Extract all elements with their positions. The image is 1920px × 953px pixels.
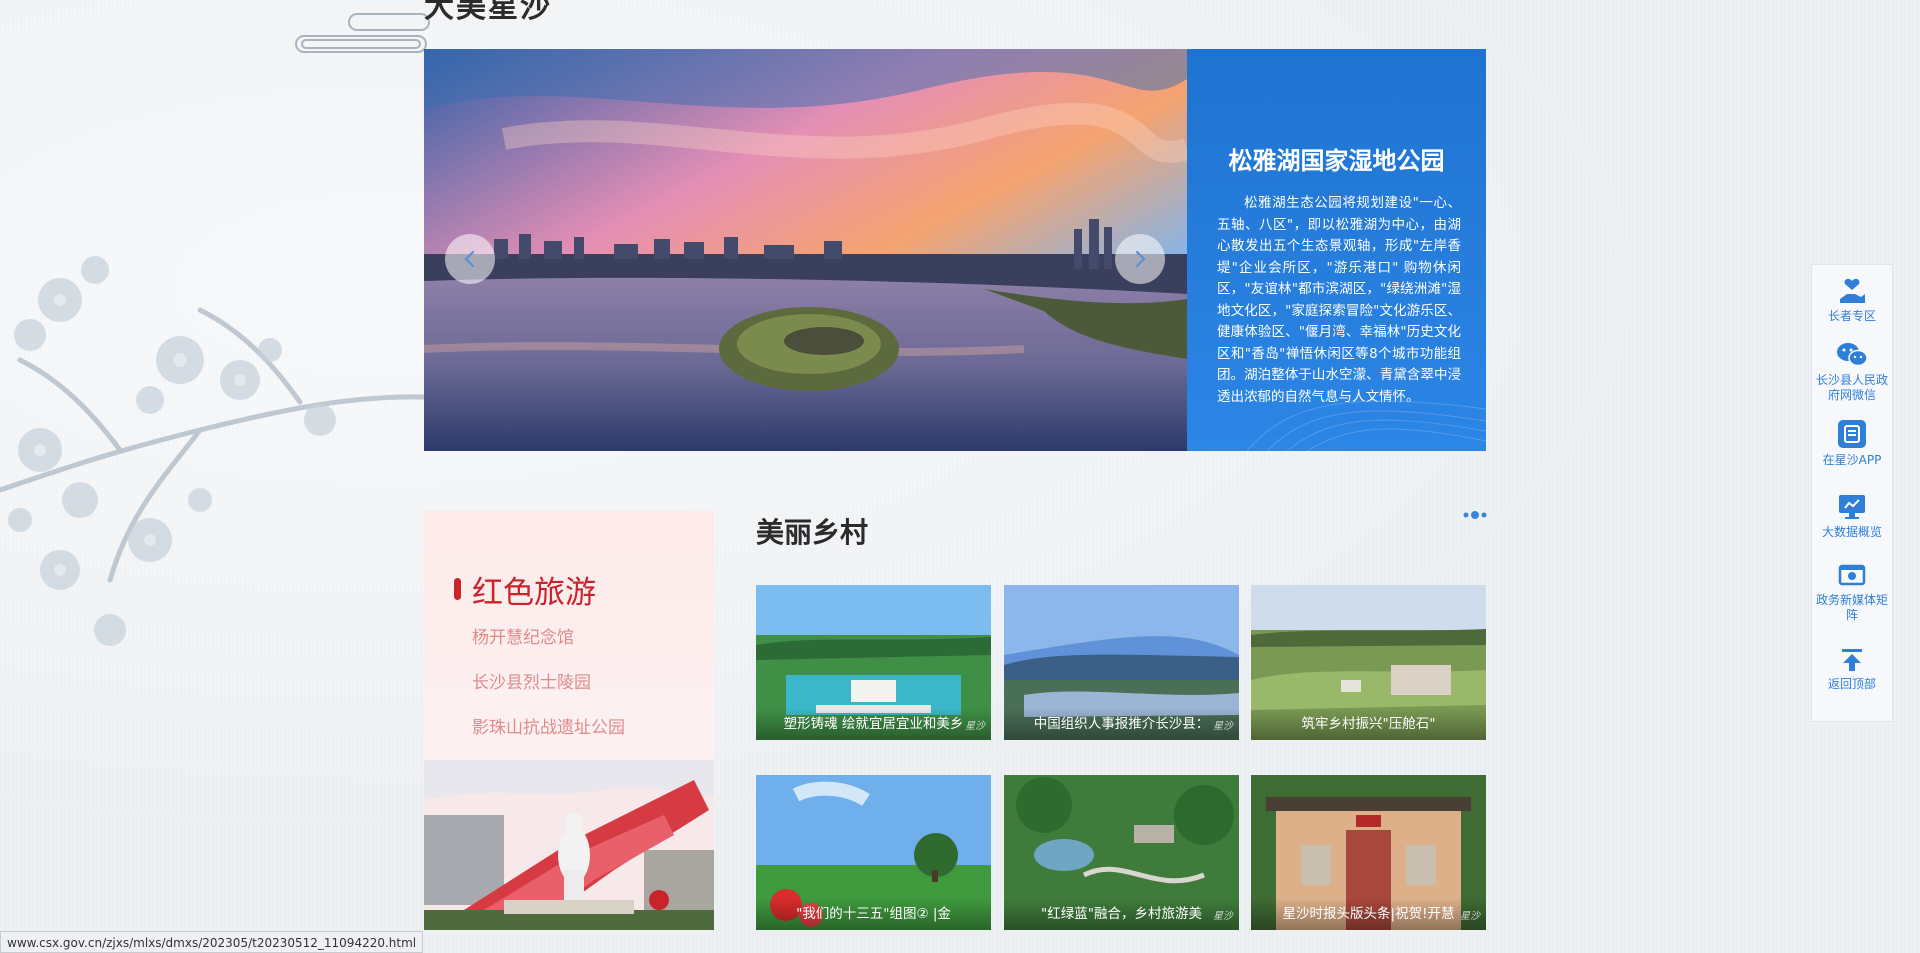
section-title: 大美星沙 (424, 0, 552, 25)
village-caption: 星沙时报头版头条|祝贺!开慧 (1251, 898, 1486, 930)
chevron-left-icon (464, 250, 475, 268)
elder-care-icon (1840, 278, 1865, 303)
banner-photo[interactable] (424, 49, 1187, 451)
title-cloud-ornament (295, 13, 430, 53)
floating-side-toolbar: 长者专区 长沙县人民政府网微信 在星沙APP 大数据概览 政务新媒体矩阵 返回顶… (1811, 264, 1893, 722)
side-item-label: 返回顶部 (1827, 677, 1876, 691)
data-screen-icon (1839, 495, 1865, 519)
more-dots-icon[interactable] (1462, 508, 1488, 522)
side-item-label: 大数据概览 (1821, 525, 1882, 539)
back-to-top-button[interactable]: 返回顶部 (1812, 647, 1892, 692)
featured-banner: 松雅湖国家湿地公园 松雅湖生态公园将规划建设"一心、五轴、八区"，即以松雅湖为中… (424, 49, 1486, 451)
village-caption: "红绿蓝"融合，乡村旅游美 (1004, 898, 1239, 930)
wechat-icon (1837, 343, 1868, 367)
red-tourism-link[interactable]: 影珠山抗战遗址公园 (472, 713, 625, 738)
village-card[interactable]: 星沙时报头版头条|祝贺!开慧 星沙 (1251, 775, 1486, 930)
watermark-logo: 星沙 (1460, 911, 1480, 922)
side-item-label: 政务新媒体矩阵 (1815, 593, 1888, 622)
village-card[interactable]: 塑形铸魂 绘就宜居宜业和美乡 星沙 (756, 585, 991, 740)
village-card[interactable]: 筑牢乡村振兴"压舱石" (1251, 585, 1486, 740)
village-card[interactable]: "我们的十三五"组图② |金 (756, 775, 991, 930)
side-item-media[interactable]: 政务新媒体矩阵 (1812, 563, 1892, 623)
watermark-logo: 星沙 (1213, 721, 1233, 732)
side-item-label: 长沙县人民政府网微信 (1815, 373, 1888, 402)
wave-pattern-decoration (1246, 400, 1486, 451)
village-caption: 筑牢乡村振兴"压舱石" (1251, 708, 1486, 740)
village-card[interactable]: "红绿蓝"融合，乡村旅游美 星沙 (1004, 775, 1239, 930)
red-tourism-link[interactable]: 杨开慧纪念馆 (472, 623, 574, 648)
carousel-next-button[interactable] (1115, 234, 1165, 284)
title-marker (454, 578, 461, 600)
chevron-right-icon (1135, 250, 1146, 268)
side-item-elder[interactable]: 长者专区 (1812, 277, 1892, 324)
village-caption: "我们的十三五"组图② |金 (756, 898, 991, 930)
village-card[interactable]: 中国组织人事报推介长沙县： 星沙 (1004, 585, 1239, 740)
beautiful-villages-title[interactable]: 美丽乡村 (756, 511, 868, 551)
carousel-prev-button[interactable] (445, 234, 495, 284)
watermark-logo: 星沙 (965, 721, 985, 732)
side-item-label: 在星沙APP (1822, 453, 1882, 467)
side-item-bigdata[interactable]: 大数据概览 (1812, 493, 1892, 540)
red-tourism-link[interactable]: 长沙县烈士陵园 (472, 668, 591, 693)
back-to-top-icon (1842, 649, 1862, 671)
side-item-app[interactable]: 在星沙APP (1812, 419, 1892, 468)
banner-description: 松雅湖生态公园将规划建设"一心、五轴、八区"，即以松雅湖为中心，由湖心散发出五个… (1217, 195, 1461, 405)
banner-info-panel: 松雅湖国家湿地公园 松雅湖生态公园将规划建设"一心、五轴、八区"，即以松雅湖为中… (1187, 49, 1486, 451)
red-tourism-title[interactable]: 红色旅游 (472, 567, 596, 612)
watermark-logo: 星沙 (1213, 911, 1233, 922)
red-tourism-card: 红色旅游 杨开慧纪念馆 长沙县烈士陵园 影珠山抗战遗址公园 (424, 511, 714, 930)
side-item-wechat[interactable]: 长沙县人民政府网微信 (1812, 341, 1892, 403)
app-icon (1838, 420, 1866, 448)
village-caption: 塑形铸魂 绘就宜居宜业和美乡 (756, 708, 991, 740)
status-bar-url: www.csx.gov.cn/zjxs/mlxs/dmxs/202305/t20… (0, 931, 424, 953)
monument-image (424, 760, 714, 930)
banner-title[interactable]: 松雅湖国家湿地公园 (1187, 141, 1486, 176)
media-matrix-icon (1838, 564, 1866, 586)
blossom-branch-decoration (0, 256, 470, 646)
side-item-label: 长者专区 (1827, 309, 1876, 323)
village-caption: 中国组织人事报推介长沙县： (1004, 708, 1239, 740)
